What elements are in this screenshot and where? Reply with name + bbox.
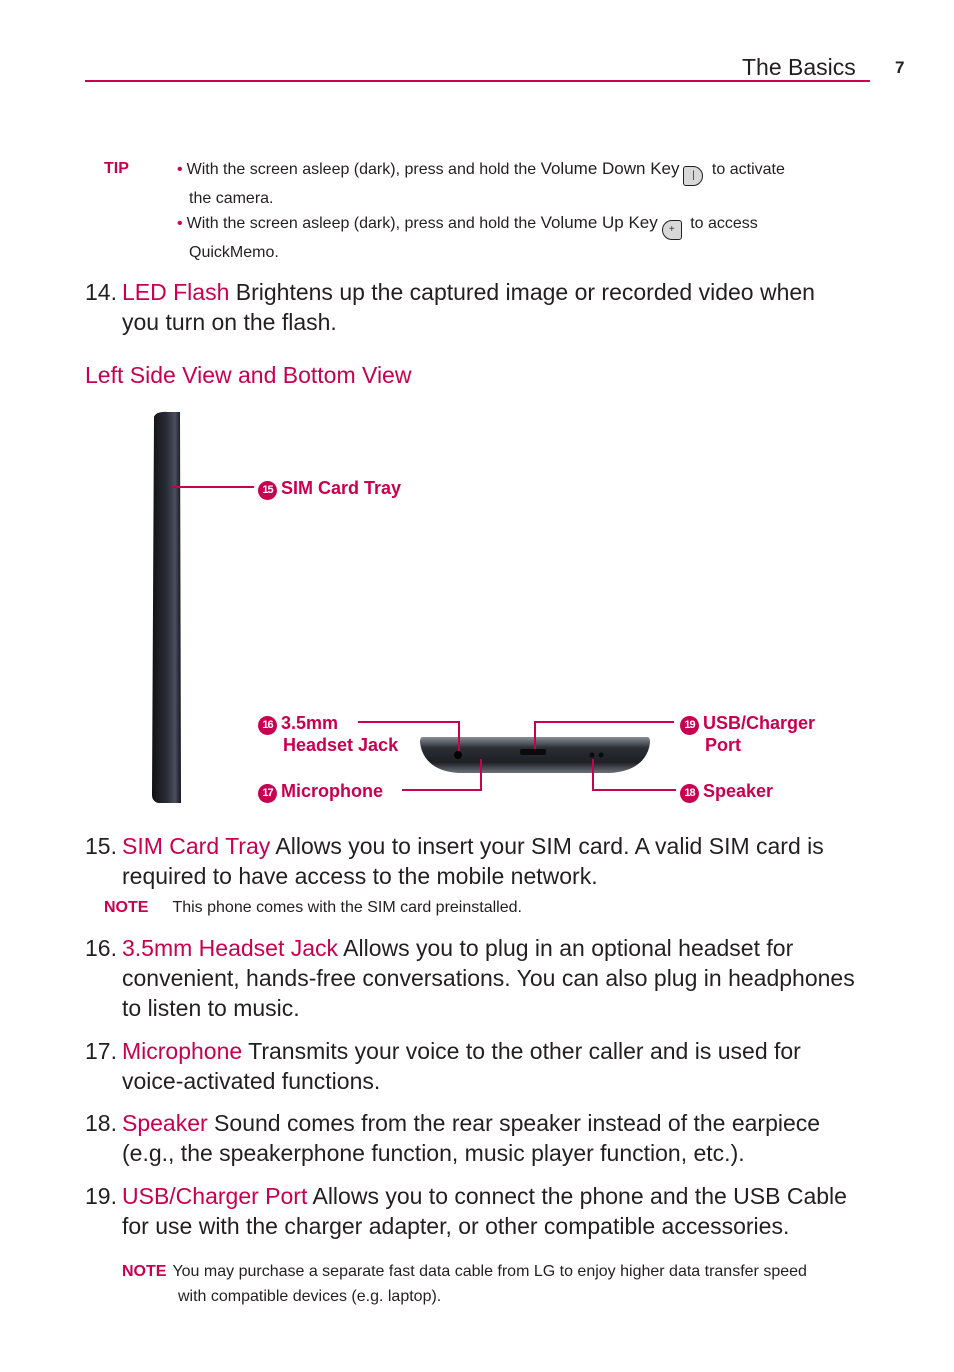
item-number: 17. (85, 1038, 117, 1064)
phone-side-view (152, 411, 181, 803)
note-sim: NOTE This phone comes with the SIM card p… (104, 899, 522, 917)
item-term: Microphone (122, 1038, 243, 1064)
item-text: convenient, hands-free conversations. Yo… (122, 965, 855, 991)
item-text: for use with the charger adapter, or oth… (122, 1213, 790, 1239)
note-label: NOTE (104, 899, 149, 916)
leader-line-microphone (402, 789, 482, 791)
tip-text: QuickMemo. (189, 244, 279, 261)
tip-text: to access (685, 215, 758, 232)
note-label: NOTE (122, 1263, 167, 1280)
callout-label: SIM Card Tray (281, 478, 402, 498)
speaker-hole (589, 752, 595, 758)
leader-line-headset (458, 721, 460, 751)
callout-headset-jack: 16 3.5mm Headset Jack (258, 713, 398, 755)
note-text: with compatible devices (e.g. laptop). (178, 1288, 442, 1305)
item-text: you turn on the flash. (122, 309, 337, 335)
callout-label: USB/Charger (703, 713, 816, 733)
list-item-sim-card-tray: 15. SIM Card Tray Allows you to insert yo… (85, 831, 885, 891)
item-text: (e.g., the speakerphone function, music … (122, 1140, 745, 1166)
page-number: 7 (895, 58, 905, 77)
item-text: Allows you to connect the phone and the … (307, 1183, 847, 1209)
bullet-icon: • (177, 215, 183, 232)
tip-text: to activate (707, 161, 785, 178)
section-title: Left Side View and Bottom View (85, 362, 412, 388)
note-text: This phone comes with the SIM card prein… (172, 899, 522, 916)
key-name: Volume Down Key (540, 159, 680, 178)
item-text: Allows you to plug in an optional headse… (338, 935, 794, 961)
callout-usb-charger-port: 19 USB/Charger Port (680, 713, 815, 755)
volume-down-key-icon: | (683, 166, 704, 186)
item-number: 19. (85, 1183, 117, 1209)
note-usb: NOTE You may purchase a separate fast dat… (122, 1259, 882, 1309)
item-term: 3.5mm Headset Jack (122, 935, 339, 961)
callout-label: Speaker (703, 781, 774, 801)
bullet-icon: • (177, 161, 183, 178)
leader-line-microphone (480, 759, 482, 791)
item-text: Sound comes from the rear speaker instea… (207, 1110, 821, 1136)
leader-line-usb (534, 721, 536, 749)
item-term: USB/Charger Port (122, 1183, 308, 1209)
item-text: voice-activated functions. (122, 1068, 381, 1094)
callout-sim-card-tray: 15 SIM Card Tray (258, 478, 401, 500)
list-item-usb-charger-port: 19. USB/Charger Port Allows you to connec… (85, 1181, 885, 1241)
tip-item: • With the screen asleep (dark), press an… (177, 156, 857, 211)
tip-text: the camera. (189, 190, 274, 207)
number-badge-icon: 17 (258, 784, 277, 803)
tip-label: TIP (104, 160, 129, 177)
leader-line-usb (534, 721, 674, 723)
list-item-led-flash: 14. LED Flash Brightens up the captured i… (85, 277, 885, 337)
section-header-title: The Basics (742, 54, 856, 80)
item-term: LED Flash (122, 279, 230, 305)
callout-label: Port (705, 735, 741, 755)
key-name: Volume Up Key (540, 213, 658, 232)
callout-label: 3.5mm (281, 713, 339, 733)
leader-line-speaker (592, 759, 594, 791)
list-item-microphone: 17. Microphone Transmits your voice to th… (85, 1036, 885, 1096)
callout-speaker: 18 Speaker (680, 781, 773, 803)
callout-microphone: 17 Microphone (258, 781, 383, 803)
tip-text: With the screen asleep (dark), press and… (186, 215, 541, 232)
list-item-headset-jack: 16. 3.5mm Headset Jack Allows you to plug… (85, 933, 885, 1023)
item-number: 18. (85, 1110, 117, 1136)
number-badge-icon: 18 (680, 784, 699, 803)
item-number: 14. (85, 279, 117, 305)
headset-jack-port (454, 751, 462, 759)
tip-text: With the screen asleep (dark), press and… (186, 161, 541, 178)
item-number: 15. (85, 833, 117, 859)
number-badge-icon: 16 (258, 716, 277, 735)
note-text: You may purchase a separate fast data ca… (172, 1263, 807, 1280)
item-term: SIM Card Tray (122, 833, 271, 859)
item-text: Allows you to insert your SIM card. A va… (270, 833, 824, 859)
volume-up-key-icon: + (661, 220, 682, 240)
leader-line-speaker (592, 789, 676, 791)
item-number: 16. (85, 935, 117, 961)
callout-label: Headset Jack (283, 735, 399, 755)
item-text: Brightens up the captured image or recor… (229, 279, 815, 305)
leader-line-sim (172, 486, 254, 488)
number-badge-icon: 19 (680, 716, 699, 735)
callout-label: Microphone (281, 781, 383, 801)
tip-item: • With the screen asleep (dark), press an… (177, 210, 857, 265)
header-divider (85, 80, 870, 82)
list-item-speaker: 18. Speaker Sound comes from the rear spe… (85, 1108, 885, 1168)
number-badge-icon: 15 (258, 481, 277, 500)
speaker-hole (598, 752, 604, 758)
item-text: required to have access to the mobile ne… (122, 863, 598, 889)
item-text: Transmits your voice to the other caller… (242, 1038, 801, 1064)
item-term: Speaker (122, 1110, 208, 1136)
item-text: to listen to music. (122, 995, 300, 1021)
usb-port (520, 749, 546, 755)
